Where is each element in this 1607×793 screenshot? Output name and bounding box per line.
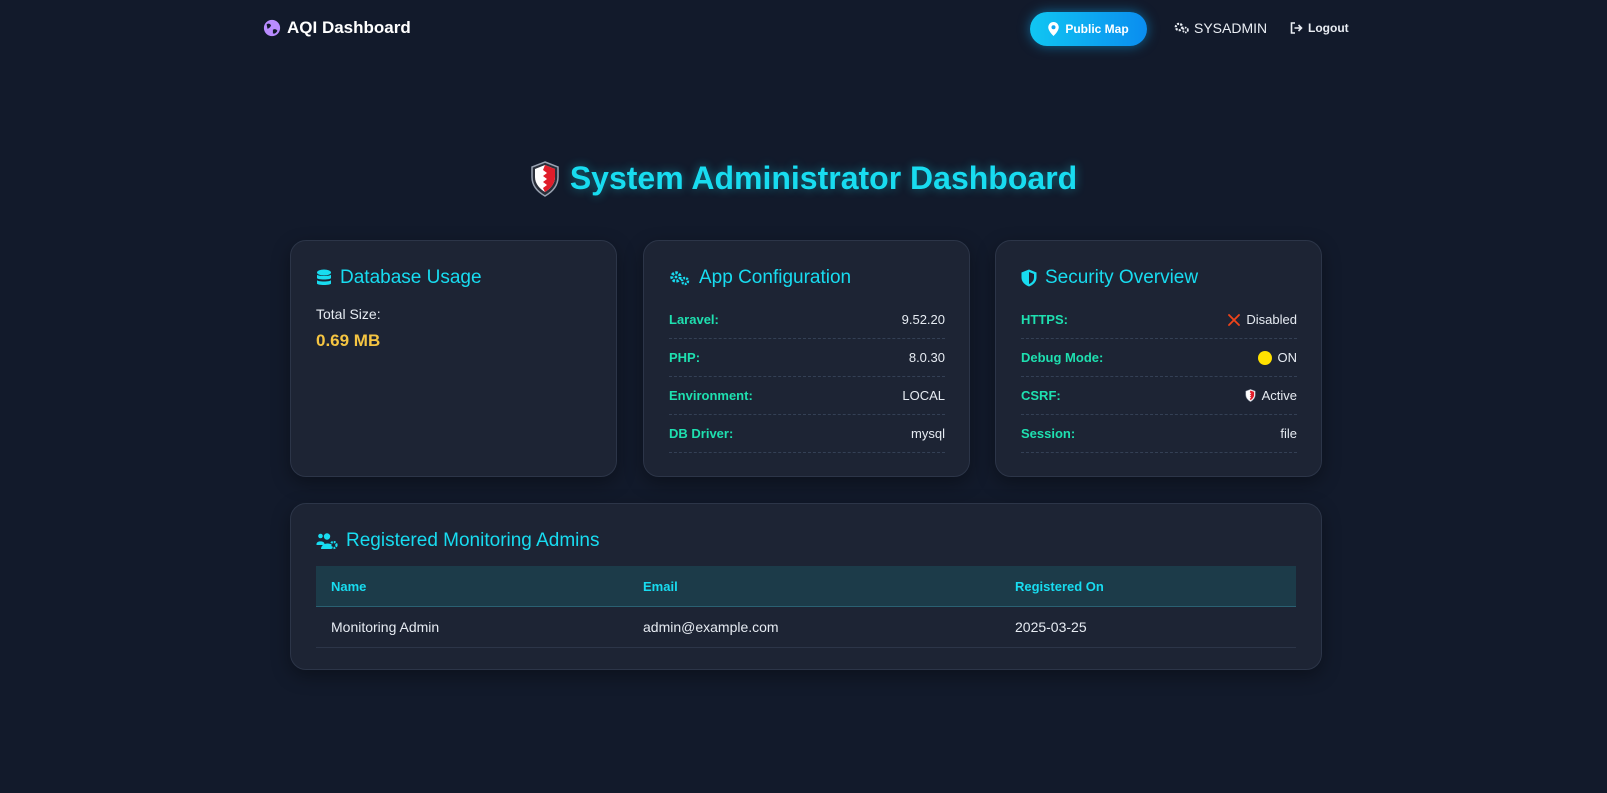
cell-registered-on: 2025-03-25 [1015, 619, 1087, 635]
table-header: Name Email Registered On [316, 566, 1296, 607]
card-title-text: Database Usage [340, 267, 482, 288]
security-row-csrf: CSRF: Active [1021, 377, 1297, 415]
security-value: file [1280, 426, 1297, 441]
security-value-text: Active [1261, 388, 1297, 403]
shield-icon [1245, 389, 1256, 402]
page-title-text: System Administrator Dashboard [569, 160, 1078, 196]
navbar: AQI Dashboard Public Map SYSADMIN Logout [0, 0, 1607, 58]
config-value: LOCAL [902, 388, 945, 403]
logout-label: Logout [1308, 21, 1349, 35]
security-value: Disabled [1228, 312, 1297, 327]
cell-email: admin@example.com [643, 619, 779, 635]
user-menu[interactable]: SYSADMIN [1174, 20, 1267, 36]
app-configuration-card: App Configuration Laravel: 9.52.20 PHP: … [643, 240, 970, 477]
brand-title: AQI Dashboard [287, 18, 411, 37]
config-key: PHP: [669, 350, 701, 365]
app-configuration-title: App Configuration [669, 267, 851, 289]
card-title-text: App Configuration [699, 267, 852, 288]
logout-icon [1290, 22, 1303, 34]
yellow-circle-icon [1257, 350, 1272, 365]
config-value: 9.52.20 [901, 312, 945, 327]
map-pin-icon [1048, 22, 1060, 36]
public-map-button[interactable]: Public Map [1030, 12, 1147, 46]
security-list: HTTPS: Disabled Debug Mode: ON CSRF: Act… [1021, 301, 1297, 453]
column-header-email[interactable]: Email [643, 579, 1015, 594]
security-value: Active [1245, 388, 1297, 403]
admins-table: Name Email Registered On Monitoring Admi… [316, 566, 1296, 648]
database-usage-title: Database Usage [316, 267, 482, 289]
security-row-debug: Debug Mode: ON [1021, 339, 1297, 377]
config-key: Laravel: [669, 312, 719, 327]
monitoring-admins-title: Registered Monitoring Admins [316, 530, 599, 552]
card-title-text: Registered Monitoring Admins [346, 530, 600, 551]
config-row-environment: Environment: LOCAL [669, 377, 945, 415]
config-row-laravel: Laravel: 9.52.20 [669, 301, 945, 339]
globe-icon [263, 19, 281, 37]
config-key: Environment: [669, 388, 753, 403]
column-header-name[interactable]: Name [316, 579, 643, 594]
security-overview-card: Security Overview HTTPS: Disabled Debug … [995, 240, 1322, 477]
shield-icon [531, 160, 559, 197]
page-title: System Administrator Dashboard [0, 160, 1607, 197]
security-key: Session: [1021, 426, 1076, 441]
card-title-text: Security Overview [1045, 267, 1199, 288]
gears-icon [670, 271, 690, 286]
security-row-session: Session: file [1021, 415, 1297, 453]
cross-icon [1228, 313, 1241, 326]
database-usage-card: Database Usage Total Size: 0.69 MB [290, 240, 617, 477]
user-name: SYSADMIN [1194, 20, 1268, 36]
gears-icon [1174, 22, 1189, 34]
app-config-list: Laravel: 9.52.20 PHP: 8.0.30 Environment… [669, 301, 945, 453]
security-overview-title: Security Overview [1021, 267, 1198, 289]
security-row-https: HTTPS: Disabled [1021, 301, 1297, 339]
monitoring-admins-card: Registered Monitoring Admins Name Email … [290, 503, 1322, 670]
security-value: ON [1257, 350, 1298, 365]
config-value: 8.0.30 [908, 350, 945, 365]
cell-name: Monitoring Admin [331, 619, 440, 635]
total-size-value: 0.69 MB [316, 331, 381, 350]
security-key: CSRF: [1021, 388, 1061, 403]
security-value-text: ON [1277, 350, 1298, 365]
table-row: Monitoring Admin admin@example.com 2025-… [316, 607, 1296, 648]
config-row-db-driver: DB Driver: mysql [669, 415, 945, 453]
security-value-text: Disabled [1246, 312, 1297, 327]
security-key: HTTPS: [1021, 312, 1068, 327]
column-header-registered-on[interactable]: Registered On [1015, 579, 1296, 594]
database-icon [317, 269, 331, 285]
shield-half-icon [1021, 269, 1037, 287]
brand[interactable]: AQI Dashboard [263, 18, 411, 38]
config-value: mysql [911, 426, 945, 441]
logout-link[interactable]: Logout [1290, 21, 1349, 35]
config-key: DB Driver: [669, 426, 734, 441]
users-cog-icon [316, 533, 338, 550]
security-key: Debug Mode: [1021, 350, 1104, 365]
total-size-label: Total Size: [316, 306, 381, 322]
public-map-label: Public Map [1065, 22, 1129, 36]
config-row-php: PHP: 8.0.30 [669, 339, 945, 377]
